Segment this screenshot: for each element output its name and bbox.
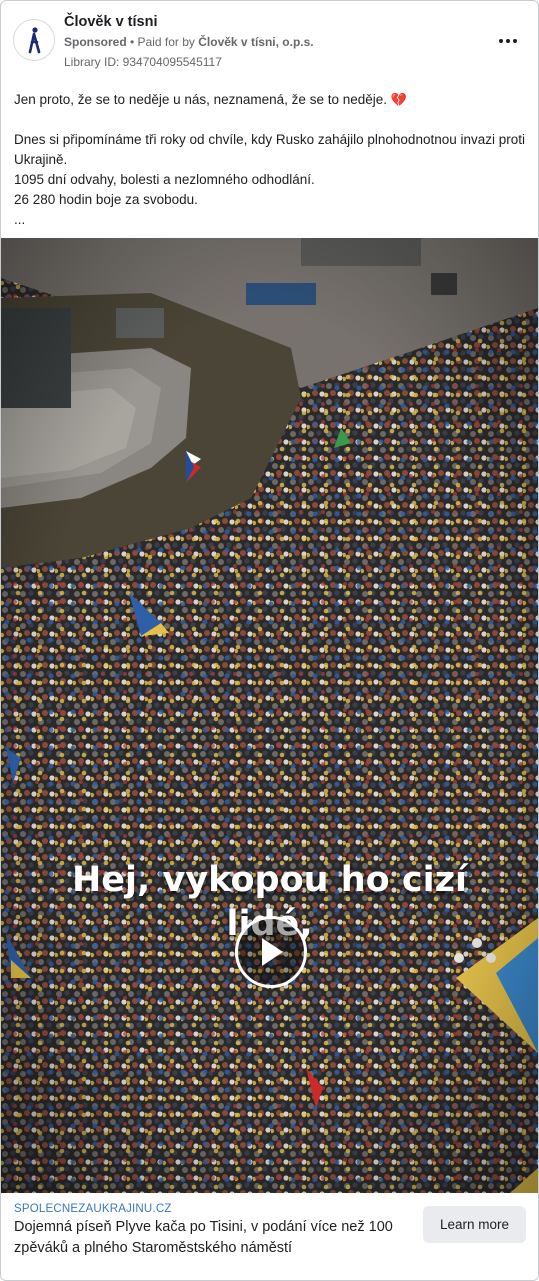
sponsored-label: Sponsored — [64, 35, 127, 49]
post-line-1: Jen proto, že se to neděje u nás, neznam… — [14, 92, 388, 107]
paid-for-prefix: Paid for by — [137, 35, 199, 49]
crowd-video-frame — [1, 238, 538, 1193]
post-line-2: Dnes si připomínáme tři roky od chvíle, … — [14, 132, 526, 167]
post-line-3: 1095 dní odvahy, bolesti a nezlomného od… — [14, 172, 315, 187]
link-footer[interactable]: SPOLECNEZAUKRAJINU.CZ Dojemná píseň Plyv… — [1, 1193, 538, 1280]
more-options-icon — [506, 39, 510, 43]
page-avatar[interactable] — [13, 19, 55, 61]
more-options-button[interactable] — [496, 29, 520, 53]
play-button[interactable] — [235, 916, 307, 988]
more-options-icon — [499, 39, 503, 43]
see-more-ellipsis[interactable]: ... — [14, 210, 526, 230]
person-logo-icon — [28, 27, 41, 54]
sponsored-meta: Sponsored • Paid for by Člověk v tísni, … — [64, 35, 314, 49]
page-name[interactable]: Člověk v tísni — [64, 14, 157, 30]
post-line-4: 26 280 hodin boje za svobodu. — [14, 192, 198, 207]
video-player[interactable]: Hej, vykopou ho cizí lidé, — [1, 238, 538, 1193]
post-text: Jen proto, že se to neděje u nás, neznam… — [14, 90, 526, 230]
library-id: Library ID: 934704095545117 — [64, 55, 222, 69]
play-icon — [262, 938, 283, 966]
ad-card: Člověk v tísni Sponsored • Paid for by Č… — [0, 0, 539, 1281]
more-options-icon — [513, 39, 517, 43]
learn-more-button[interactable]: Learn more — [423, 1206, 526, 1243]
caption-line-1: Hej, vykopou ho cizí — [72, 860, 467, 900]
meta-separator: • — [126, 35, 138, 49]
link-headline[interactable]: Dojemná píseň Plyve kača po Tisini, v po… — [14, 1217, 404, 1259]
ad-header: Člověk v tísni Sponsored • Paid for by Č… — [1, 1, 538, 77]
link-domain[interactable]: SPOLECNEZAUKRAJINU.CZ — [14, 1203, 172, 1215]
broken-heart-icon: 💔 — [390, 92, 407, 107]
payer-name[interactable]: Člověk v tísni, o.p.s. — [198, 35, 313, 49]
